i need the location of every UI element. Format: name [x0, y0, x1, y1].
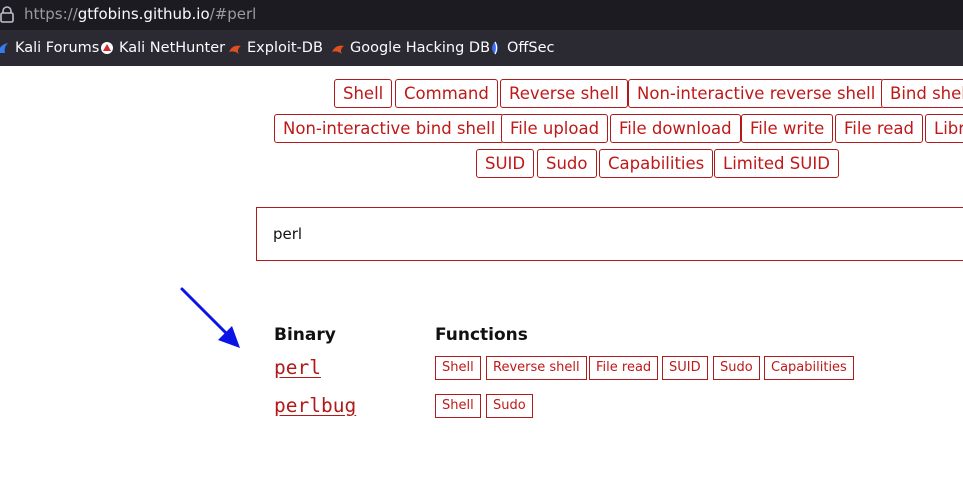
filter-file-write[interactable]: File write	[741, 114, 834, 143]
url-host: gtfobins.github.io	[77, 5, 210, 23]
filter-limited-suid[interactable]: Limited SUID	[714, 149, 839, 178]
bookmark-label: Kali NetHunter	[119, 40, 226, 56]
bookmark-exploit-db[interactable]: Exploit-DB	[228, 30, 323, 66]
bookmark-label: Exploit-DB	[247, 40, 323, 56]
filter-file-download[interactable]: File download	[610, 114, 741, 143]
search-input[interactable]: perl	[256, 207, 963, 261]
function-tag-sudo[interactable]: Sudo	[486, 394, 533, 418]
bookmark-label: OffSec	[507, 40, 555, 56]
filter-library-load[interactable]: Library load	[925, 114, 963, 143]
page-content: Shell Command Reverse shell Non-interact…	[0, 66, 963, 495]
lock-icon	[0, 6, 14, 23]
filter-file-upload[interactable]: File upload	[501, 114, 609, 143]
nethunter-icon	[101, 42, 113, 54]
exploit-db-icon	[229, 45, 241, 54]
bookmarks-bar: Kali Forums Kali NetHunter Exploit-DB Go…	[0, 30, 963, 66]
url-prefix: https://	[24, 5, 78, 23]
filter-non-interactive-bind-shell[interactable]: Non-interactive bind shell	[274, 114, 505, 143]
url-text[interactable]: https://gtfobins.github.io/#perl	[24, 5, 256, 23]
binary-link-perl[interactable]: perl	[274, 356, 321, 379]
bookmark-google-hacking-db[interactable]: Google Hacking DB	[331, 30, 490, 66]
filter-file-read[interactable]: File read	[835, 114, 924, 143]
bookmark-label: Kali Forums	[15, 40, 100, 56]
function-tag-capabilities[interactable]: Capabilities	[764, 356, 854, 380]
column-header-binary: Binary	[274, 325, 336, 345]
url-path: /#perl	[209, 5, 257, 23]
function-tag-shell[interactable]: Shell	[435, 356, 481, 380]
column-header-functions: Functions	[435, 325, 528, 345]
bookmark-kali-forums[interactable]: Kali Forums	[0, 30, 99, 66]
function-tag-reverse-shell[interactable]: Reverse shell	[486, 356, 587, 380]
ghdb-icon	[332, 45, 344, 54]
bookmark-offsec[interactable]: OffSec	[488, 30, 555, 66]
function-tag-sudo[interactable]: Sudo	[713, 356, 760, 380]
bookmark-label: Google Hacking DB	[350, 40, 491, 56]
bookmark-kali-nethunter[interactable]: Kali NetHunter	[100, 30, 225, 66]
filter-sudo[interactable]: Sudo	[537, 149, 597, 178]
filter-shell[interactable]: Shell	[334, 79, 393, 108]
filter-bind-shell[interactable]: Bind shell	[881, 79, 963, 108]
function-tag-file-read[interactable]: File read	[589, 356, 659, 380]
function-tag-suid[interactable]: SUID	[662, 356, 708, 380]
filter-non-interactive-reverse-shell[interactable]: Non-interactive reverse shell	[628, 79, 885, 108]
annotation-arrow-icon	[180, 287, 240, 348]
function-tag-shell[interactable]: Shell	[435, 394, 481, 418]
offsec-icon	[492, 41, 498, 55]
filter-reverse-shell[interactable]: Reverse shell	[500, 79, 628, 108]
filter-command[interactable]: Command	[395, 79, 498, 108]
filter-capabilities[interactable]: Capabilities	[599, 149, 714, 178]
filter-suid[interactable]: SUID	[476, 149, 535, 178]
binary-link-perlbug[interactable]: perlbug	[274, 394, 356, 417]
kali-dragon-icon	[0, 43, 8, 53]
browser-url-bar[interactable]: https://gtfobins.github.io/#perl	[0, 0, 963, 30]
